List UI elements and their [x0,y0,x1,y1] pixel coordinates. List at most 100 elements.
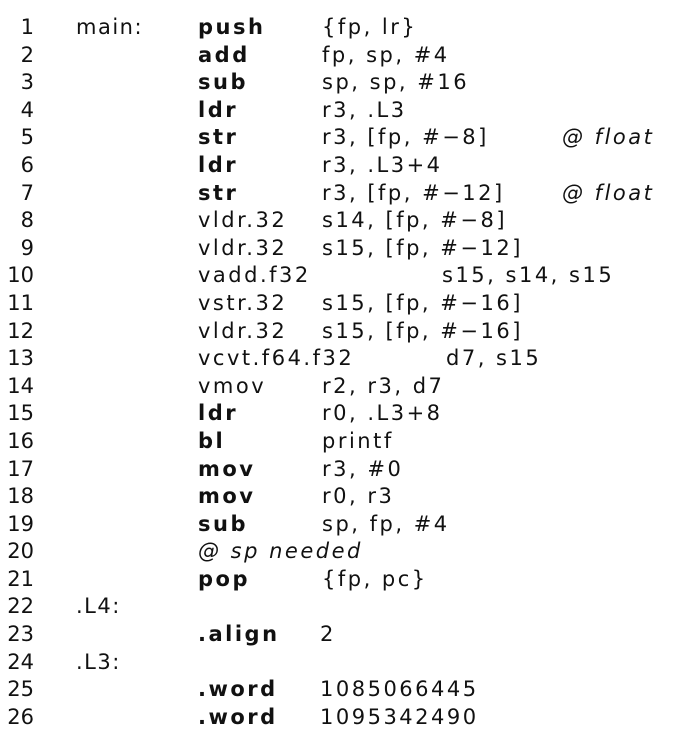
line-number: 4 [20,97,34,122]
mnemonic: vstr.32 [198,290,288,315]
line-number: 20 [7,539,34,564]
mnemonic: sub [198,511,248,536]
mnemonic: .align [198,622,280,647]
mnemonic: push [198,15,266,39]
operands: 1085066445 [320,677,479,702]
code-line-23: 23 .align 2 [0,621,700,649]
operands: s15, [fp, #−16] [322,290,523,315]
line-number: 8 [20,208,34,233]
line-number: 17 [7,456,34,481]
operands: r2, r3, d7 [322,373,445,398]
code-line-26: 26 .word 1095342490 [0,704,700,732]
operands: r3, .L3+4 [322,152,443,177]
code-line-14: 14 vmov r2, r3, d7 [0,373,700,401]
line-comment: @ sp needed [198,539,363,564]
line-number: 13 [7,346,34,371]
code-line-2: 2 add fp, sp, #4 [0,42,700,70]
mnemonic: vldr.32 [198,208,288,233]
line-number: 2 [20,42,34,67]
operands: r0, r3 [322,484,395,509]
operands: r3, .L3 [322,97,407,122]
line-number: 9 [20,235,34,260]
operands: fp, sp, #4 [322,42,450,67]
operands: r3, [fp, #−8] [322,125,489,150]
mnemonic: sub [198,70,248,95]
operands: s15, [fp, #−12] [322,235,523,260]
mnemonic: mov [198,456,256,481]
line-number: 15 [7,401,34,426]
line-number: 21 [7,566,34,591]
code-line-12: 12 vldr.32 s15, [fp, #−16] [0,318,700,346]
code-line-11: 11 vstr.32 s15, [fp, #−16] [0,290,700,318]
operands: r3, [fp, #−12] [322,180,505,205]
operands: 1095342490 [320,704,479,729]
code-line-9: 9 vldr.32 s15, [fp, #−12] [0,235,700,263]
operands: 2 [320,622,336,647]
mnemonic: vldr.32 [198,318,288,343]
code-line-16: 16 bl printf [0,428,700,456]
mnemonic: ldr [198,152,239,177]
line-number: 10 [7,263,34,288]
code-label: .L3: [76,649,121,674]
mnemonic: vadd.f32 [198,263,311,288]
code-line-21: 21 pop {fp, pc} [0,566,700,594]
mnemonic: vldr.32 [198,235,288,260]
line-number: 14 [7,373,34,398]
mnemonic: ldr [198,401,239,426]
operands: sp, fp, #4 [322,511,450,536]
mnemonic: vmov [198,373,267,398]
mnemonic: add [198,42,250,67]
line-number: 3 [20,70,34,95]
code-line-22: 22 .L4: [0,593,700,621]
line-number: 23 [7,622,34,647]
code-line-18: 18 mov r0, r3 [0,483,700,511]
line-number: 1 [20,15,34,39]
code-line-5: 5 str r3, [fp, #−8] @ float [0,124,700,152]
line-number: 24 [7,649,34,674]
code-line-10: 10 vadd.f32 s15, s14, s15 [0,262,700,290]
operands: printf [322,428,394,453]
code-line-1: 1 main: push {fp, lr} [0,14,700,42]
line-number: 16 [7,428,34,453]
operands: sp, sp, #16 [322,70,470,95]
code-line-6: 6 ldr r3, .L3+4 [0,152,700,180]
line-number: 18 [7,484,34,509]
code-line-13: 13 vcvt.f64.f32 d7, s15 [0,345,700,373]
mnemonic: vcvt.f64.f32 [198,346,355,371]
mnemonic: str [198,180,239,205]
line-number: 7 [20,180,34,205]
operands: {fp, lr} [322,15,418,39]
code-line-4: 4 ldr r3, .L3 [0,97,700,125]
mnemonic: ldr [198,97,239,122]
code-line-8: 8 vldr.32 s14, [fp, #−8] [0,207,700,235]
line-number: 12 [7,318,34,343]
code-line-15: 15 ldr r0, .L3+8 [0,400,700,428]
mnemonic: .word [198,677,278,702]
inline-comment: @ float [562,180,655,205]
operands: s15, [fp, #−16] [322,318,523,343]
code-label: main: [76,15,144,39]
code-line-20: 20 @ sp needed [0,538,700,566]
line-number: 26 [7,704,34,729]
operands: s14, [fp, #−8] [322,208,508,233]
code-line-25: 25 .word 1085066445 [0,676,700,704]
operands: r3, #0 [322,456,404,481]
line-number: 19 [7,511,34,536]
mnemonic: pop [198,566,250,591]
code-line-7: 7 str r3, [fp, #−12] @ float [0,180,700,208]
line-number: 22 [7,594,34,619]
code-line-3: 3 sub sp, sp, #16 [0,69,700,97]
mnemonic: bl [198,428,226,453]
mnemonic: mov [198,484,256,509]
line-number: 6 [20,152,34,177]
operands: d7, s15 [446,346,542,371]
code-line-17: 17 mov r3, #0 [0,456,700,484]
code-line-19: 19 sub sp, fp, #4 [0,511,700,539]
mnemonic: str [198,125,239,150]
line-number: 25 [7,677,34,702]
inline-comment: @ float [562,125,655,150]
operands: r0, .L3+8 [322,401,443,426]
operands: s15, s14, s15 [442,263,615,288]
code-label: .L4: [76,594,121,619]
assembly-listing: 1 main: push {fp, lr} 2 add fp, sp, #4 3… [0,14,700,731]
